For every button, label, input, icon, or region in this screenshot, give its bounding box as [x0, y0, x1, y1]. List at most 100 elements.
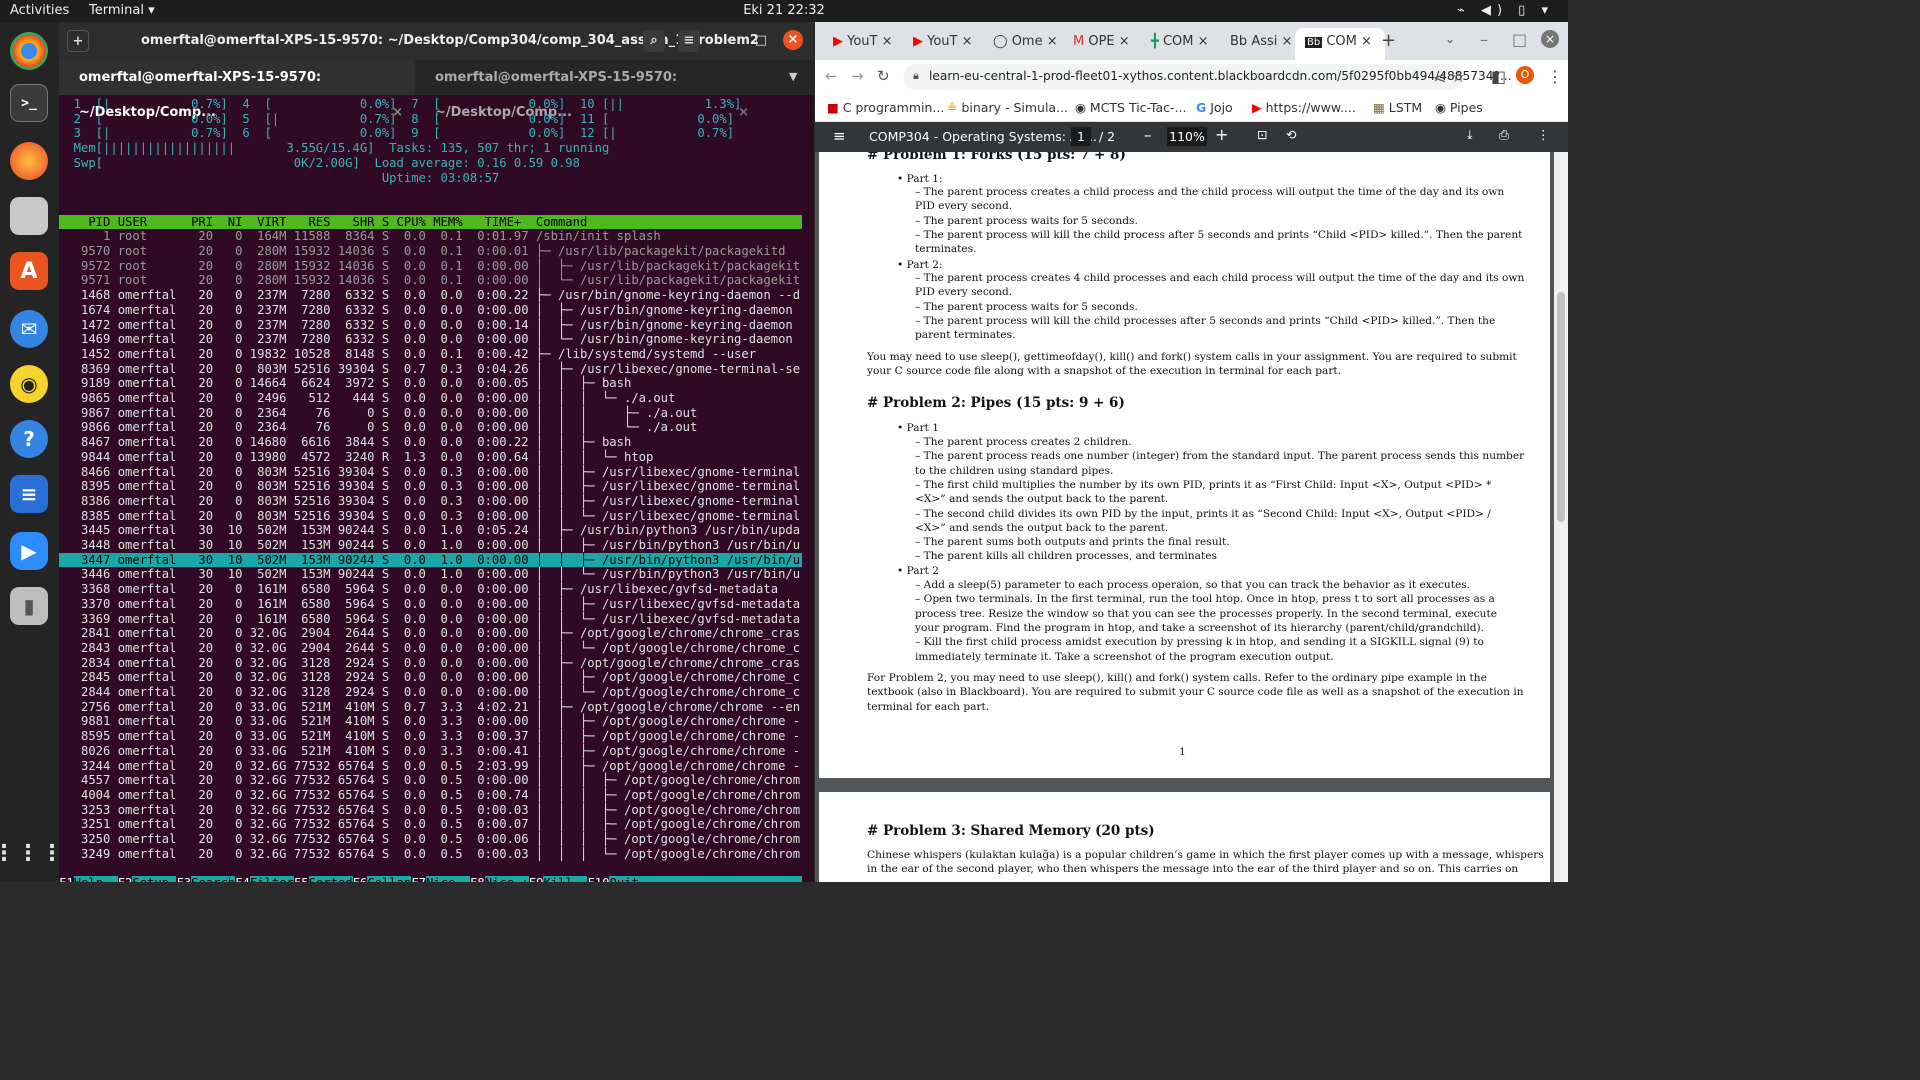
bookmark-item[interactable]: G Jojo	[1196, 100, 1233, 115]
process-row[interactable]: 9189 omerftal 20 0 14664 6624 3972 S 0.0…	[59, 376, 802, 391]
zoom-input[interactable]: 110%	[1167, 127, 1207, 146]
chrome-icon[interactable]	[10, 32, 48, 70]
tab-terminal-2[interactable]: omerftal@omerftal-XPS-15-9570: ~/Desktop…	[415, 60, 771, 120]
zoom-in-icon[interactable]: +	[1215, 125, 1228, 144]
bookmark-item[interactable]: ▦ LSTM	[1373, 100, 1422, 115]
process-row[interactable]: 2841 omerftal 20 0 32.0G 2904 2644 S 0.0…	[59, 626, 802, 641]
close-icon[interactable]: ×	[1541, 30, 1559, 48]
process-row[interactable]: 1468 omerftal 20 0 237M 7280 6332 S 0.0 …	[59, 288, 802, 303]
process-row[interactable]: 9867 omerftal 20 0 2364 76 0 S 0.0 0.0 0…	[59, 406, 802, 421]
new-tab-icon[interactable]: +	[67, 30, 89, 52]
process-row[interactable]: 1674 omerftal 20 0 237M 7280 6332 S 0.0 …	[59, 303, 802, 318]
rotate-icon[interactable]: ⟲	[1286, 127, 1296, 142]
maximize-icon[interactable]: □	[750, 30, 772, 52]
process-row[interactable]: 9844 omerftal 20 0 13980 4572 3240 R 1.3…	[59, 450, 802, 465]
fkey-setup-key[interactable]: F2	[117, 876, 133, 882]
fkey-help-key[interactable]: F1	[59, 876, 74, 882]
system-tray[interactable]: ⌁ ◀) ▯ ▾	[1457, 3, 1554, 18]
maximize-icon[interactable]: □	[1512, 30, 1527, 49]
writer-icon[interactable]: ≡	[10, 475, 48, 513]
help-icon[interactable]: ?	[10, 420, 48, 458]
fkey-label[interactable]: Nice -	[426, 876, 470, 882]
app-grid-icon[interactable]: ⋮⋮⋮	[0, 834, 63, 872]
search-icon[interactable]: ⌕	[643, 30, 665, 52]
process-row[interactable]: 8467 omerftal 20 0 14680 6616 3844 S 0.0…	[59, 435, 802, 450]
process-row[interactable]: 8386 omerftal 20 0 803M 52516 39304 S 0.…	[59, 494, 802, 509]
process-row[interactable]: 1472 omerftal 20 0 237M 7280 6332 S 0.0 …	[59, 318, 802, 333]
process-row[interactable]: 3253 omerftal 20 0 32.6G 77532 65764 S 0…	[59, 803, 802, 818]
bookmark-item[interactable]: ■ C programmin...	[827, 100, 944, 115]
forward-icon[interactable]: →	[851, 67, 864, 85]
process-row[interactable]: 3446 omerftal 30 10 502M 153M 90244 S 0.…	[59, 567, 802, 582]
fkey-kill-key[interactable]: F9	[528, 876, 544, 882]
process-row[interactable]: 9866 omerftal 20 0 2364 76 0 S 0.0 0.0 0…	[59, 420, 802, 435]
process-row[interactable]: 8595 omerftal 20 0 33.0G 521M 410M S 0.0…	[59, 729, 802, 744]
omnibox[interactable]: 🔒︎ learn-eu-central-1-prod-fleet01-xytho…	[903, 64, 1512, 90]
zoom-out-icon[interactable]: –	[1144, 126, 1152, 144]
url-text[interactable]: learn-eu-central-1-prod-fleet01-xythos.c…	[929, 69, 1512, 83]
process-row[interactable]: 3370 omerftal 20 0 161M 6580 5964 S 0.0 …	[59, 597, 802, 612]
htop-column-header[interactable]: PID USER PRI NI VIRT RES SHR S CPU% MEM%…	[59, 214, 802, 230]
pdf-menu-icon[interactable]: ≡	[833, 127, 846, 145]
terminal-icon[interactable]: >_	[10, 84, 48, 122]
process-row[interactable]: 3445 omerftal 30 10 502M 153M 90244 S 0.…	[59, 523, 802, 538]
bookmark-item[interactable]: ◉ MCTS Tic-Tac-...	[1075, 100, 1186, 115]
process-row[interactable]: 3244 omerftal 20 0 32.6G 77532 65764 S 0…	[59, 759, 802, 774]
process-row[interactable]: 2834 omerftal 20 0 32.0G 3128 2924 S 0.0…	[59, 656, 802, 671]
process-row[interactable]: 1452 omerftal 20 0 19832 10528 8148 S 0.…	[59, 347, 802, 362]
bookmark-item[interactable]: ▶ https://www....	[1252, 100, 1356, 115]
app-menu[interactable]: Terminal ▾	[89, 3, 155, 18]
zoom-icon[interactable]: ▶	[10, 532, 48, 570]
reload-icon[interactable]: ↻	[877, 67, 890, 85]
close-icon[interactable]: ×	[783, 30, 803, 50]
process-row[interactable]: 4004 omerftal 20 0 32.6G 77532 65764 S 0…	[59, 788, 802, 803]
software-icon[interactable]: A	[10, 252, 48, 290]
process-row[interactable]: 3448 omerftal 30 10 502M 153M 90244 S 0.…	[59, 538, 802, 553]
process-row[interactable]: 2844 omerftal 20 0 32.0G 3128 2924 S 0.0…	[59, 685, 802, 700]
fkey-label[interactable]: Search	[191, 876, 235, 882]
process-row[interactable]: 8385 omerftal 20 0 803M 52516 39304 S 0.…	[59, 509, 802, 524]
files-icon[interactable]	[10, 197, 48, 235]
pdf-more-icon[interactable]: ⋮	[1537, 127, 1550, 142]
process-row[interactable]: 3447 omerftal 30 10 502M 153M 90244 S 0.…	[59, 552, 802, 568]
fkey-sorted-key[interactable]: F5	[293, 876, 309, 882]
process-row[interactable]: 3249 omerftal 20 0 32.6G 77532 65764 S 0…	[59, 847, 802, 862]
process-row[interactable]: 1469 omerftal 20 0 237M 7280 6332 S 0.0 …	[59, 332, 802, 347]
fkey-nice-key[interactable]: F7	[411, 876, 426, 882]
pdf-scrollbar[interactable]	[1554, 152, 1568, 882]
profile-avatar[interactable]: O	[1516, 66, 1534, 84]
fkey-filter-key[interactable]: F4	[235, 876, 250, 882]
print-icon[interactable]: ⎙	[1499, 127, 1509, 143]
minimize-icon[interactable]: –	[1480, 30, 1488, 49]
fkey-label[interactable]: Nice +	[485, 876, 529, 882]
fkey-label[interactable]: Sorted	[309, 876, 353, 882]
process-row[interactable]: 8395 omerftal 20 0 803M 52516 39304 S 0.…	[59, 479, 802, 494]
activities-button[interactable]: Activities	[10, 3, 69, 18]
process-row[interactable]: 8026 omerftal 20 0 33.0G 521M 410M S 0.0…	[59, 744, 802, 759]
process-row[interactable]: 9865 omerftal 20 0 2496 512 444 S 0.0 0.…	[59, 391, 802, 406]
rhythmbox-icon[interactable]: ◉	[10, 365, 48, 403]
tabs-menu-icon[interactable]: ▼	[789, 70, 797, 83]
menu-icon[interactable]: ≡	[678, 30, 700, 52]
chrome-tab[interactable]: Bb Assi ×	[1220, 28, 1298, 60]
process-row[interactable]: 9570 root 20 0 280M 15932 14036 S 0.0 0.…	[59, 244, 802, 259]
process-row[interactable]: 3369 omerftal 20 0 161M 6580 5964 S 0.0 …	[59, 612, 802, 627]
terminal-scrollbar[interactable]	[805, 95, 814, 882]
process-row[interactable]: 9881 omerftal 20 0 33.0G 521M 410M S 0.0…	[59, 714, 802, 729]
process-row[interactable]: 9571 root 20 0 280M 15932 14036 S 0.0 0.…	[59, 273, 802, 288]
fkey-collap-key[interactable]: F6	[352, 876, 368, 882]
tab-terminal-1[interactable]: omerftal@omerftal-XPS-15-9570: ~/Desktop…	[59, 60, 415, 120]
fkey-quit-key[interactable]: F10	[587, 876, 610, 882]
pdf-viewer[interactable]: # Problem 1: Forks (15 pts: 7 + 8) • Par…	[815, 152, 1568, 882]
chrome-tab[interactable]: M OPE ×	[1063, 28, 1141, 60]
bookmark-star-icon[interactable]: ☆	[1451, 67, 1465, 86]
fkey-label[interactable]: Collap	[367, 876, 411, 882]
process-row[interactable]: 2843 omerftal 20 0 32.0G 2904 2644 S 0.0…	[59, 641, 802, 656]
scroll-thumb[interactable]	[1557, 292, 1565, 522]
process-row[interactable]: 3368 omerftal 20 0 161M 6580 5964 S 0.0 …	[59, 582, 802, 597]
chrome-tab[interactable]: ◯ Ome ×	[983, 28, 1061, 60]
lock-icon[interactable]: 🔒︎	[913, 69, 919, 83]
bookmark-item[interactable]: ◉ Pipes	[1435, 100, 1483, 115]
side-panel-icon[interactable]: ◧	[1491, 67, 1506, 86]
share-icon[interactable]: ⋖	[1433, 68, 1446, 87]
